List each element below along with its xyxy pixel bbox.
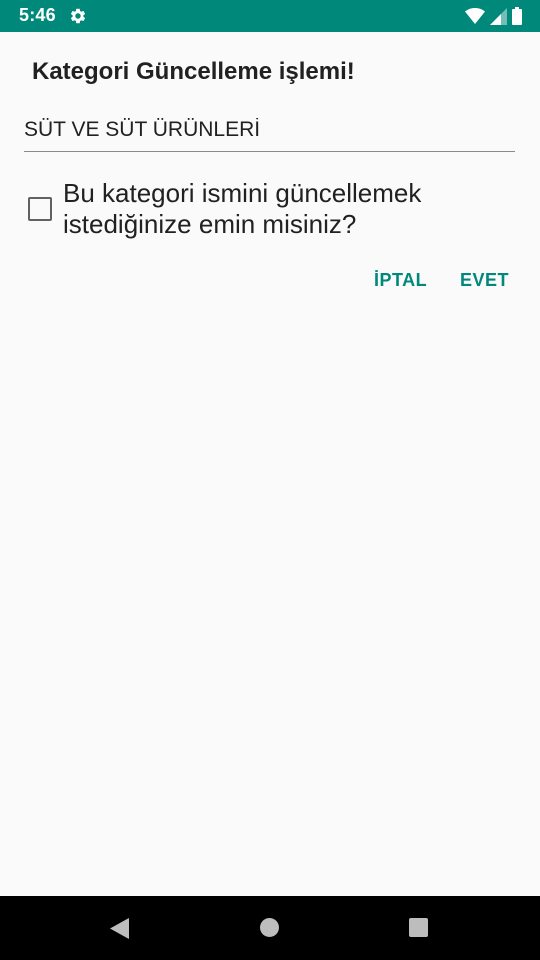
dialog-title: Kategori Güncelleme işlemi! [32,58,355,85]
home-icon[interactable] [260,918,279,937]
status-icons [465,6,522,26]
cellular-signal-icon [490,7,507,25]
confirm-checkbox-row[interactable]: Bu kategori ismini güncellemek istediğin… [28,178,508,240]
category-name-input[interactable] [24,115,515,152]
wifi-icon [465,8,485,24]
ok-button[interactable]: EVET [460,266,509,294]
recents-icon[interactable] [409,918,428,937]
settings-icon [69,7,87,25]
battery-icon [512,7,522,25]
navigation-bar [0,896,540,960]
status-bar: 5:46 [0,0,540,32]
confirm-checkbox[interactable] [28,197,52,221]
cancel-button[interactable]: İPTAL [374,266,427,294]
back-icon[interactable] [110,918,129,944]
status-time: 5:46 [19,5,56,25]
confirm-checkbox-label: Bu kategori ismini güncellemek istediğin… [63,178,422,239]
